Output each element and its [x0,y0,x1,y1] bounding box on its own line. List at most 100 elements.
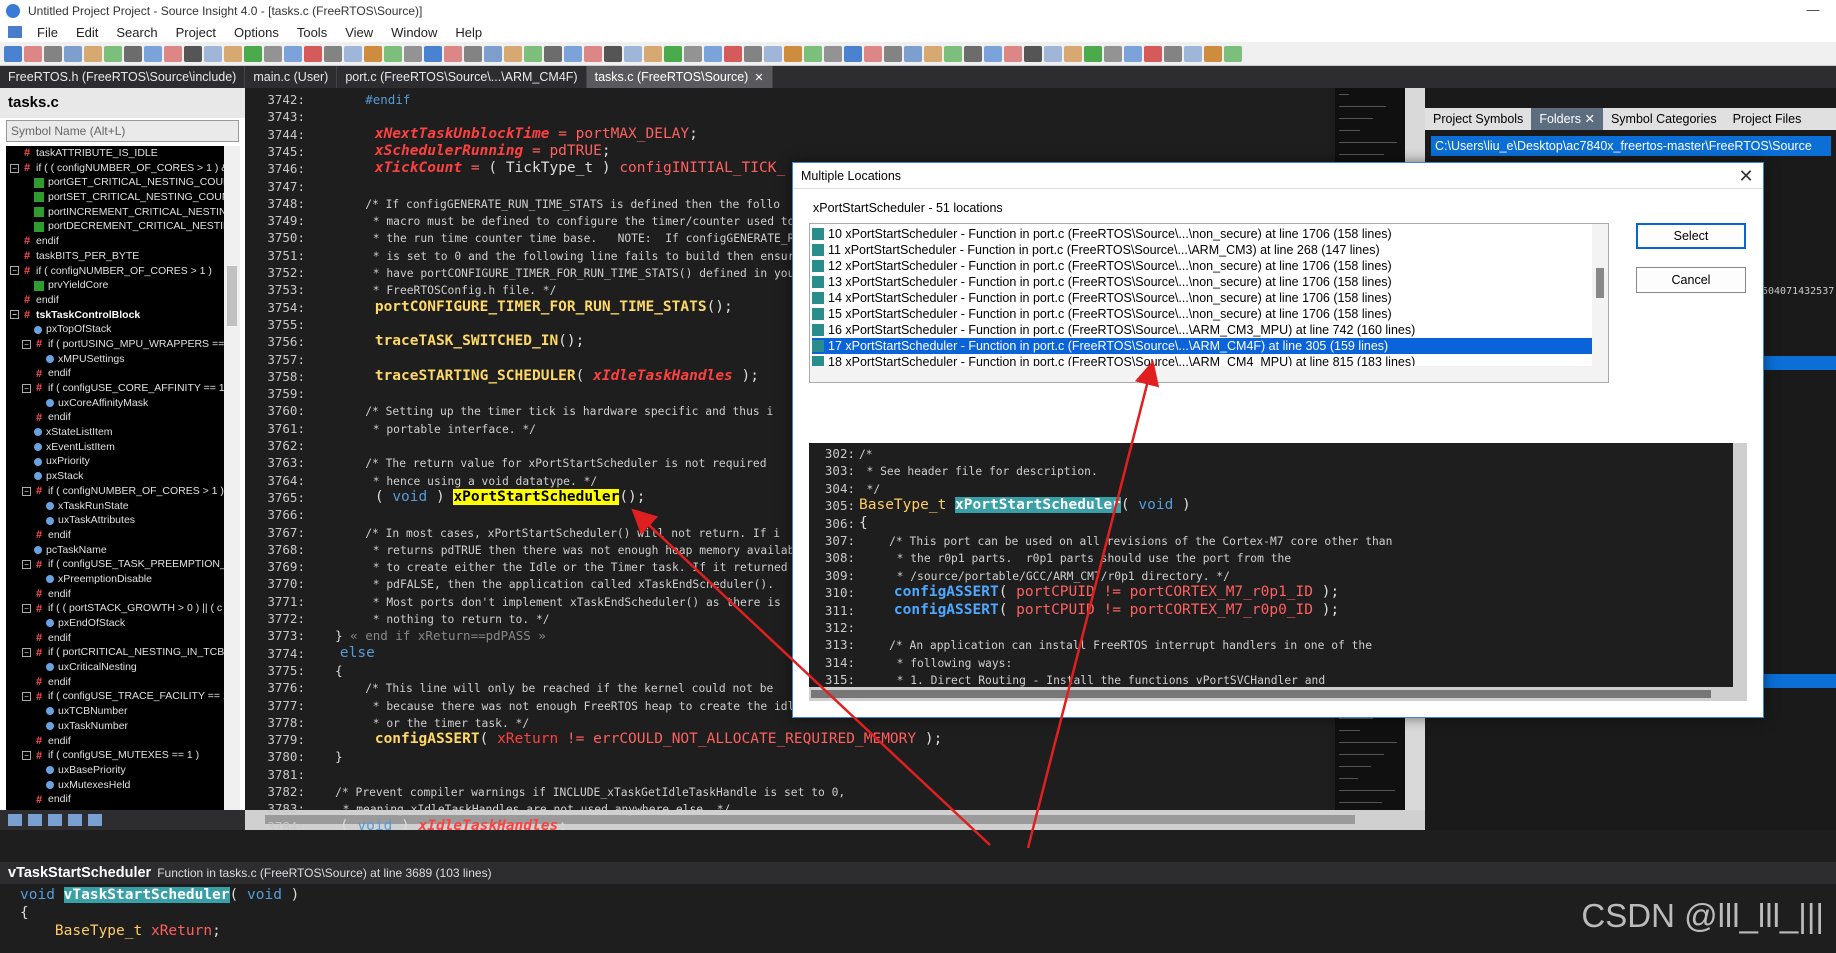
code-line[interactable]: /* [859,446,873,461]
toolbar-button-icon[interactable] [304,45,322,62]
collapse-icon[interactable]: − [10,163,19,173]
symbol-item[interactable]: − # if ( ( configNUMBER_OF_CORES > 1 ) & [6,161,224,176]
toolbar-button-icon[interactable] [904,45,922,62]
code-line[interactable]: xNextTaskUnblockTime = portMAX_DELAY; [305,126,698,142]
menu-edit[interactable]: Edit [67,25,107,40]
symbol-item[interactable]: uxMutexesHeld [6,778,224,793]
code-line[interactable]: traceTASK_SWITCHED_IN(); [305,333,585,349]
symbol-item[interactable]: portGET_CRITICAL_NESTING_COUN [6,175,224,190]
code-line[interactable]: /* Prevent compiler warnings if INCLUDE_… [305,784,845,799]
tab-port-c[interactable]: port.c (FreeRTOS\Source\...\ARM_CM4F) [337,66,587,88]
symbol-item[interactable]: xStateListItem [6,425,224,440]
cancel-button[interactable]: Cancel [1636,267,1746,293]
tab-folders[interactable]: Folders ✕ [1531,108,1603,130]
code-line[interactable]: * See header file for description. [859,463,1098,478]
toolbar-button-icon[interactable] [424,45,442,62]
toolbar-button-icon[interactable] [924,45,942,62]
code-line[interactable]: } « end if xReturn==pdPASS » [305,628,546,643]
toolbar-button-icon[interactable] [884,45,902,62]
menu-window[interactable]: Window [382,25,446,40]
code-line[interactable]: * hence using a void datatype. */ [305,473,597,488]
code-line[interactable]: * nothing to return to. */ [305,611,550,626]
code-line[interactable]: * Most ports don't implement xTaskEndSch… [305,594,781,609]
tab-project-files[interactable]: Project Files [1725,108,1810,130]
code-line[interactable]: configASSERT( xReturn != errCOULD_NOT_AL… [305,731,943,747]
symbol-item[interactable]: pxStack [6,469,224,484]
toolbar-button-icon[interactable] [224,45,242,62]
toolbar-button-icon[interactable] [24,45,42,62]
collapse-icon[interactable]: − [22,604,31,614]
menu-file[interactable]: File [28,25,67,40]
code-line[interactable]: { [305,663,343,678]
symbol-item[interactable]: uxTaskAttributes [6,513,224,528]
symbol-item[interactable]: uxTCBNumber [6,704,224,719]
toolbar-button-icon[interactable] [684,45,702,62]
symbol-scrollbar[interactable] [224,146,240,810]
settings-icon[interactable] [88,814,102,826]
location-item[interactable]: 10 xPortStartScheduler - Function in por… [812,226,1592,242]
sort-icon[interactable] [8,814,22,826]
code-line[interactable]: * 1. Direct Routing - Install the functi… [859,672,1325,687]
toolbar-button-icon[interactable] [1064,45,1082,62]
toolbar-button-icon[interactable] [524,45,542,62]
toolbar-button-icon[interactable] [744,45,762,62]
code-line[interactable]: BaseType_t xReturn; [20,923,221,939]
code-line[interactable]: BaseType_t xPortStartScheduler( void ) [859,497,1191,514]
collapse-icon[interactable]: − [22,648,31,658]
toolbar-button-icon[interactable] [764,45,782,62]
location-item[interactable]: 16 xPortStartScheduler - Function in por… [812,322,1592,338]
code-line[interactable]: /* An application can install FreeRTOS i… [859,637,1372,652]
toolbar-button-icon[interactable] [444,45,462,62]
toolbar-button-icon[interactable] [864,45,882,62]
code-line[interactable]: /* In most cases, xPortStartScheduler() … [305,525,780,540]
symbol-item[interactable]: # endif [6,792,224,807]
symbol-item[interactable]: − # if ( configUSE_TRACE_FACILITY == 1 [6,689,224,704]
toolbar-button-icon[interactable] [664,45,682,62]
symbol-item[interactable]: pxEndOfStack [6,616,224,631]
location-item[interactable]: 13 xPortStartScheduler - Function in por… [812,274,1592,290]
code-line[interactable]: * meaning xIdleTaskHandles are not used … [305,801,731,816]
symbol-item[interactable]: − # if ( portCRITICAL_NESTING_IN_TCB [6,645,224,660]
toolbar-button-icon[interactable] [44,45,62,62]
symbol-item[interactable]: uxCriticalNesting [6,660,224,675]
symbol-item[interactable]: − # if ( ( portSTACK_GROWTH > 0 ) || ( c [6,601,224,616]
symbol-item[interactable]: − # if ( configUSE_TASK_PREEMPTION_D [6,557,224,572]
symbol-item[interactable]: − # if ( portUSING_MPU_WRAPPERS == [6,337,224,352]
toolbar-button-icon[interactable] [364,45,382,62]
close-icon[interactable]: ✕ [1735,165,1757,187]
toolbar-button-icon[interactable] [804,45,822,62]
code-line[interactable]: * pdFALSE, then the application called x… [305,576,774,591]
toolbar-button-icon[interactable] [104,45,122,62]
toolbar-button-icon[interactable] [604,45,622,62]
symbol-item[interactable]: xTaskRunState [6,499,224,514]
toolbar-button-icon[interactable] [404,45,422,62]
toolbar-button-icon[interactable] [644,45,662,62]
toolbar-button-icon[interactable] [984,45,1002,62]
symbol-item[interactable]: prvYieldCore [6,278,224,293]
code-line[interactable]: * have portCONFIGURE_TIMER_FOR_RUN_TIME_… [305,265,795,280]
collapse-icon[interactable]: − [22,339,31,349]
code-line[interactable]: #endif [305,92,410,107]
symbol-item[interactable]: − # if ( configNUMBER_OF_CORES > 1 ) [6,264,224,279]
toolbar-button-icon[interactable] [844,45,862,62]
code-line[interactable]: /* Setting up the timer tick is hardware… [305,403,773,418]
symbol-search-input[interactable]: Symbol Name (Alt+L) [6,120,239,142]
toolbar-button-icon[interactable] [4,45,22,62]
code-line[interactable]: /* If configGENERATE_RUN_TIME_STATS is d… [305,196,780,211]
toolbar-button-icon[interactable] [324,45,342,62]
location-item[interactable]: 14 xPortStartScheduler - Function in por… [812,290,1592,306]
symbol-item[interactable]: uxTaskNumber [6,719,224,734]
collapse-icon[interactable]: − [22,383,31,393]
toolbar-button-icon[interactable] [244,45,262,62]
locations-list[interactable]: 20 xPortStartScheduler - Function in por… [809,223,1609,383]
folder-selection-bar[interactable] [1763,674,1836,688]
symbol-item[interactable]: pcTaskName [6,543,224,558]
symbol-item[interactable]: # endif [6,410,224,425]
code-line[interactable]: xTickCount = ( TickType_t ) configINITIA… [305,160,785,176]
menu-project[interactable]: Project [167,25,225,40]
symbol-item[interactable]: # endif [6,293,224,308]
toolbar-button-icon[interactable] [964,45,982,62]
toolbar-button-icon[interactable] [64,45,82,62]
symbol-item[interactable]: − # tskTaskControlBlock [6,308,224,323]
toolbar-button-icon[interactable] [1144,45,1162,62]
